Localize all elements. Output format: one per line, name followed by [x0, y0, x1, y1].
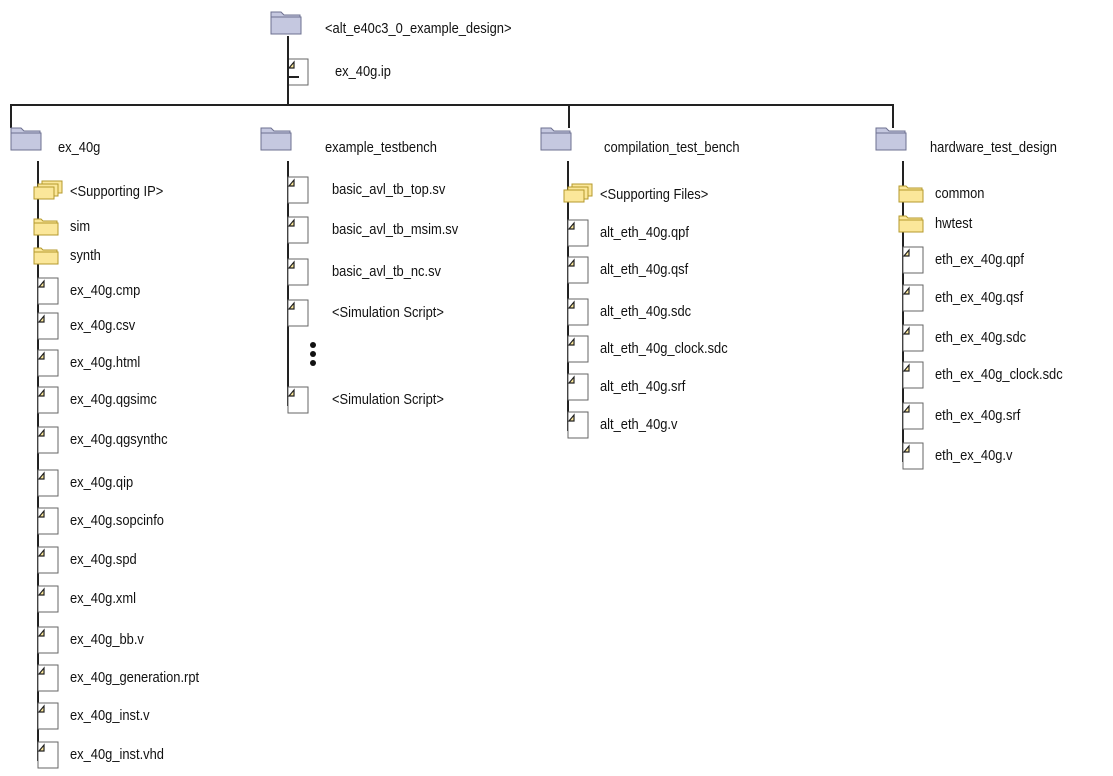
folder-icon: [260, 127, 292, 151]
node-label: basic_avl_tb_msim.sv: [332, 221, 459, 238]
file-icon: [37, 702, 59, 730]
file-icon: [902, 402, 924, 430]
node-label: ex_40g.qip: [70, 474, 134, 491]
file-icon: [902, 442, 924, 470]
node-label: alt_eth_40g.srf: [600, 378, 686, 395]
file-icon: [37, 386, 59, 414]
ellipsis-dot: [310, 360, 316, 366]
file-icon: [567, 219, 589, 247]
folder-yellow-icon: [33, 247, 59, 265]
node-label: hwtest: [935, 215, 973, 232]
node-label: sim: [70, 218, 91, 235]
file-icon: [37, 349, 59, 377]
node-label: ex_40g.qgsimc: [70, 391, 157, 408]
directory-tree-diagram: <alt_e40c3_0_example_design> ex_40g.ip ex_…: [0, 0, 1113, 776]
file-icon: [287, 386, 309, 414]
file-icon: [902, 246, 924, 274]
node-label: <Simulation Script>: [332, 391, 444, 408]
node-label: common: [935, 185, 985, 202]
node-label: example_testbench: [325, 139, 437, 156]
node-label: ex_40g.html: [70, 354, 141, 371]
bus-line: [571, 104, 892, 106]
node-label: ex_40g.spd: [70, 551, 137, 568]
file-icon: [37, 507, 59, 535]
file-icon: [287, 176, 309, 204]
file-icon: [37, 277, 59, 305]
node-label: <alt_e40c3_0_example_design>: [325, 20, 512, 37]
folder-icon: [270, 11, 302, 35]
folder-yellow-icon: [898, 185, 924, 203]
node-label: ex_40g.qgsynthc: [70, 431, 168, 448]
column-drop-line: [10, 104, 12, 128]
node-label: ex_40g.cmp: [70, 282, 141, 299]
node-label: synth: [70, 247, 101, 264]
node-label: basic_avl_tb_top.sv: [332, 181, 446, 198]
folder-yellow-icon: [898, 215, 924, 233]
node-label: ex_40g.csv: [70, 317, 136, 334]
file-icon: [287, 58, 309, 86]
node-label: alt_eth_40g.qpf: [600, 224, 689, 241]
node-label: eth_ex_40g_clock.sdc: [935, 366, 1063, 383]
file-icon: [567, 256, 589, 284]
file-icon: [567, 298, 589, 326]
folder-stack-icon: [33, 180, 63, 200]
node-label: alt_eth_40g.sdc: [600, 303, 692, 320]
node-label: eth_ex_40g.qsf: [935, 289, 1024, 306]
file-icon: [902, 324, 924, 352]
file-icon: [902, 361, 924, 389]
file-icon: [37, 426, 59, 454]
node-label: <Simulation Script>: [332, 304, 444, 321]
column-drop-line: [892, 104, 894, 128]
bus-line: [10, 104, 571, 106]
node-label: eth_ex_40g.srf: [935, 407, 1021, 424]
file-icon: [567, 373, 589, 401]
file-icon: [287, 258, 309, 286]
node-label: eth_ex_40g.sdc: [935, 329, 1027, 346]
folder-icon: [875, 127, 907, 151]
node-label: <Supporting Files>: [600, 186, 709, 203]
file-icon: [287, 216, 309, 244]
node-label: hardware_test_design: [930, 139, 1057, 156]
node-label: ex_40g.ip: [335, 63, 391, 80]
node-label: alt_eth_40g_clock.sdc: [600, 340, 728, 357]
node-label: ex_40g_bb.v: [70, 631, 144, 648]
folder-icon: [540, 127, 572, 151]
node-label: ex_40g_inst.vhd: [70, 746, 164, 763]
node-label: eth_ex_40g.v: [935, 447, 1013, 464]
file-icon: [567, 411, 589, 439]
node-label: alt_eth_40g.qsf: [600, 261, 689, 278]
file-icon: [567, 335, 589, 363]
node-label: alt_eth_40g.v: [600, 416, 678, 433]
column-drop-line: [568, 104, 570, 128]
node-label: ex_40g.sopcinfo: [70, 512, 164, 529]
ellipsis-dot: [310, 342, 316, 348]
node-label: ex_40g_generation.rpt: [70, 669, 200, 686]
file-icon: [37, 741, 59, 769]
folder-icon: [10, 127, 42, 151]
node-label: <Supporting IP>: [70, 183, 164, 200]
file-icon: [37, 664, 59, 692]
file-icon: [37, 585, 59, 613]
file-icon: [37, 312, 59, 340]
node-label: eth_ex_40g.qpf: [935, 251, 1024, 268]
file-icon: [902, 284, 924, 312]
node-label: ex_40g_inst.v: [70, 707, 150, 724]
root-trunk-line: [287, 36, 289, 106]
node-label: ex_40g.xml: [70, 590, 136, 607]
file-icon: [37, 546, 59, 574]
node-label: basic_avl_tb_nc.sv: [332, 263, 442, 280]
folder-stack-icon: [563, 183, 593, 203]
node-label: ex_40g: [58, 139, 101, 156]
ellipsis-dot: [310, 351, 316, 357]
node-label: compilation_test_bench: [604, 139, 740, 156]
file-icon: [287, 299, 309, 327]
file-icon: [37, 469, 59, 497]
file-icon: [37, 626, 59, 654]
branch-line: [287, 76, 299, 78]
